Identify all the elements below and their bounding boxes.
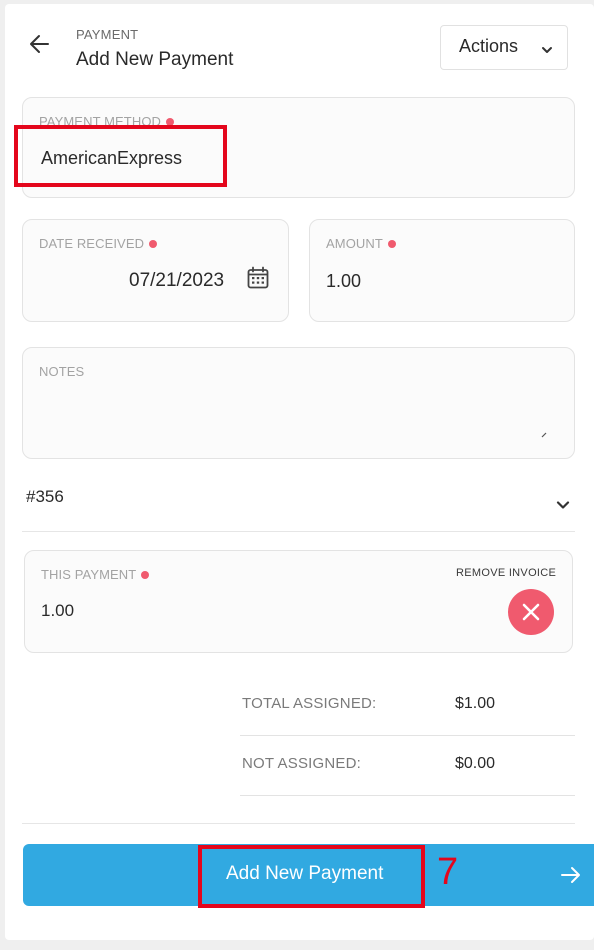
date-received-value: 07/21/2023 [129,270,225,291]
total-assigned-label: TOTAL ASSIGNED: [242,695,377,712]
remove-invoice-label: REMOVE INVOICE [456,567,557,579]
required-indicator [141,570,150,579]
add-new-payment-button[interactable]: Add New Payment [23,844,594,906]
total-assigned-row: TOTAL ASSIGNED: $1.00 [240,675,575,736]
total-assigned-value: $1.00 [455,695,496,712]
this-payment-value: 1.00 [41,601,75,620]
notes-label: NOTES [39,364,85,379]
chevron-down-icon [556,501,570,509]
actions-dropdown-button[interactable]: Actions [440,25,568,70]
actions-label: Actions [459,36,519,56]
back-button[interactable] [26,30,54,58]
calendar-icon[interactable] [246,266,270,290]
required-indicator [149,239,158,248]
required-indicator [166,117,175,126]
amount-field[interactable]: AMOUNT 1.00 [309,219,575,322]
arrow-right-icon [561,867,580,883]
arrow-left-icon [30,35,49,53]
this-payment-label: THIS PAYMENT [41,567,137,582]
invoice-selector[interactable]: #356 [22,476,575,532]
remove-invoice-button[interactable] [508,589,554,635]
this-payment-field[interactable]: THIS PAYMENT 1.00 REMOVE INVOICE [24,550,573,653]
page-eyebrow: PAYMENT [76,27,139,42]
close-icon [522,603,540,621]
not-assigned-value: $0.00 [455,755,496,772]
payment-method-field[interactable]: PAYMENT METHOD AmericanExpress [22,97,575,198]
add-new-payment-label: Add New Payment [226,863,384,884]
amount-value: 1.00 [326,271,362,291]
amount-label: AMOUNT [326,236,383,251]
footer-divider [22,823,575,824]
chevron-down-icon [542,47,552,53]
not-assigned-row: NOT ASSIGNED: $0.00 [240,735,575,796]
required-indicator [387,239,396,248]
notes-field[interactable]: NOTES [22,347,575,459]
date-received-field[interactable]: DATE RECEIVED 07/21/2023 [22,219,289,322]
step-number-annotation: 7 [437,851,459,893]
page-title: Add New Payment [76,49,234,70]
payment-method-label: PAYMENT METHOD [39,114,162,129]
resize-handle-icon[interactable] [541,432,547,438]
invoice-number: #356 [26,487,64,506]
payment-method-value: AmericanExpress [41,148,183,168]
not-assigned-label: NOT ASSIGNED: [242,755,362,772]
date-received-label: DATE RECEIVED [39,236,145,251]
